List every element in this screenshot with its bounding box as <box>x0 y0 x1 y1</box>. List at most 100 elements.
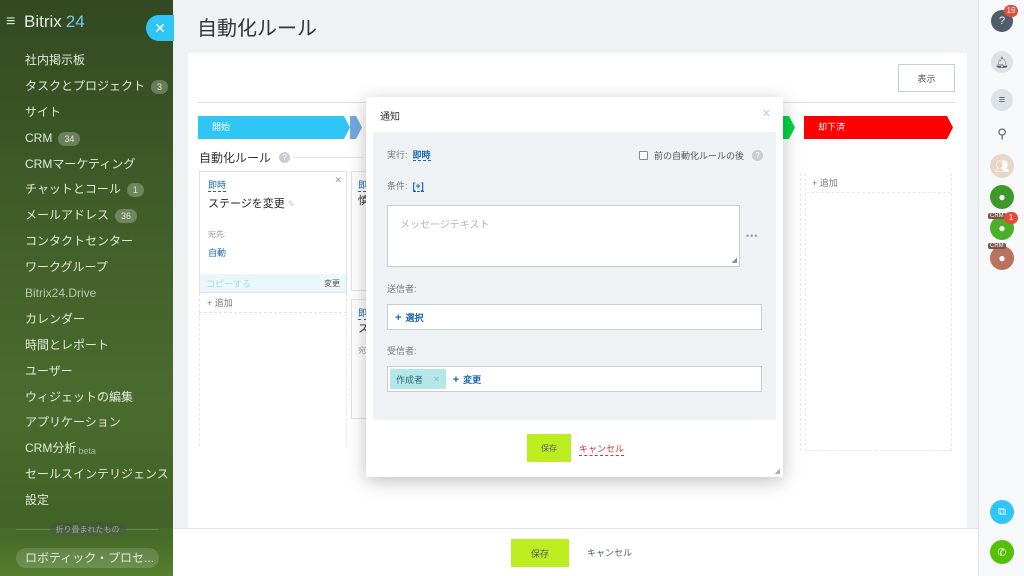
search-button[interactable]: ⚲ <box>990 122 1014 146</box>
column-body <box>199 313 347 446</box>
sidebar-item-rpa[interactable]: ロボティック・プロセ... <box>16 548 159 568</box>
rule-card[interactable]: 即時 慎 <box>351 171 366 291</box>
save-button[interactable]: 保存 <box>511 539 569 567</box>
plus-icon: + <box>452 373 460 386</box>
message-text-input[interactable]: メッセージテキスト ◢ <box>387 205 740 267</box>
after-previous-label: 前の自動化ルールの後 <box>654 151 745 161</box>
close-icon[interactable]: ✕ <box>762 107 771 120</box>
messages-button[interactable]: ≡ <box>990 88 1014 112</box>
run-delay-link[interactable]: 即時 <box>412 150 431 161</box>
sidebar-item-crm-analytics[interactable]: CRM分析 beta <box>0 436 173 462</box>
bottom-action-bar: 保存 キャンセル <box>173 528 978 576</box>
column-divider <box>800 173 801 451</box>
menu-icon[interactable]: ≡ <box>6 13 24 31</box>
user-avatar[interactable]: ● <box>990 185 1014 209</box>
add-rule-button[interactable]: + 追加 <box>199 293 347 313</box>
sidebar-item-workgroups[interactable]: ワークグループ <box>0 255 173 281</box>
sidebar-item-applications[interactable]: アプリケーション <box>0 410 173 436</box>
sidebar-item-contact-center[interactable]: コンタクトセンター <box>0 229 173 255</box>
hidden-items-divider[interactable]: 折り畳まれたもの <box>16 522 159 536</box>
resize-handle-icon[interactable]: ◢ <box>775 467 780 475</box>
help-count-badge: 19 <box>1004 5 1018 17</box>
sidebar-item-crm[interactable]: CRM 34 <box>0 126 173 152</box>
count-badge: 3 <box>151 79 169 94</box>
recipient-field[interactable]: 作成者 ✕ + 変更 <box>387 366 762 392</box>
stage-partial[interactable] <box>350 116 362 139</box>
copy-link[interactable]: コピーする <box>206 277 251 290</box>
screen-share-button[interactable]: ⧉ <box>990 500 1014 524</box>
crm-chat-avatar[interactable]: ● CRM 1 <box>988 212 1018 240</box>
plus-icon: + <box>395 311 402 324</box>
show-button[interactable]: 表示 <box>898 64 955 92</box>
rule-to-value[interactable]: 自動 <box>208 246 346 259</box>
phone-icon: ✆ <box>990 540 1014 564</box>
share-icon: ⧉ <box>990 500 1014 524</box>
rule-delay-link[interactable]: 即時 <box>358 178 366 192</box>
stage-rejected[interactable]: 却下済 <box>804 116 953 139</box>
pencil-icon[interactable]: ✎ <box>288 199 296 209</box>
remove-tag-icon[interactable]: ✕ <box>433 375 440 384</box>
rule-to-label: 宛 <box>358 346 366 355</box>
sender-label: 送信者: <box>387 284 417 294</box>
notifications-button[interactable]: 🔔︎ <box>990 50 1014 74</box>
rule-delay-link[interactable]: 即時 <box>208 178 227 192</box>
help-button[interactable]: ? 19 <box>990 5 1018 33</box>
close-icon: ✕ <box>154 19 166 36</box>
stage-start[interactable]: 開始 <box>198 116 350 139</box>
cancel-button[interactable]: キャンセル <box>587 539 632 567</box>
close-icon[interactable]: ✕ <box>334 175 342 186</box>
count-badge: 34 <box>58 131 81 146</box>
dialog-title: 通知 <box>380 112 400 123</box>
sidebar-item-time-reports[interactable]: 時間とレポート <box>0 333 173 359</box>
stage-column-2: 即時 慎 即 ス 宛 <box>351 171 366 419</box>
sidebar-item-sites[interactable]: サイト <box>0 100 173 126</box>
sidebar-item-feed[interactable]: 社内掲示板 <box>0 48 173 74</box>
sidebar-item-widgets[interactable]: ウィジェットの編集 <box>0 385 173 411</box>
change-recipient-link[interactable]: + 変更 <box>453 373 481 386</box>
sidebar-item-crm-marketing[interactable]: CRMマーケティング <box>0 152 173 178</box>
change-link[interactable]: 変更 <box>324 278 340 289</box>
after-previous-checkbox[interactable] <box>639 151 648 160</box>
help-icon[interactable]: ? <box>752 150 764 161</box>
crm-chat-avatar-2[interactable]: ● CRM <box>988 243 1014 270</box>
dialog-save-button[interactable]: 保存 <box>527 434 571 462</box>
recipient-tag: 作成者 ✕ <box>390 369 446 389</box>
dialog-cancel-button[interactable]: キャンセル <box>579 442 625 456</box>
sidebar-item-users[interactable]: ユーザー <box>0 359 173 385</box>
sender-field[interactable]: + 選択 <box>387 304 762 330</box>
stage-success-edge[interactable] <box>782 116 795 139</box>
sidebar-item-tasks[interactable]: タスクとプロジェクト 3 <box>0 74 173 100</box>
bell-icon: 🔔︎ <box>991 51 1013 73</box>
help-icon[interactable]: ? <box>279 152 291 163</box>
sidebar-item-chat[interactable]: チャットとコール 1 <box>0 177 173 203</box>
close-slider-button[interactable]: ✕ <box>146 15 174 41</box>
run-field: 実行: 即時 <box>387 148 431 161</box>
sidebar-item-drive[interactable]: Bitrix24.Drive <box>0 281 173 307</box>
add-condition-link[interactable]: [+] <box>412 181 424 192</box>
crm-count-badge: 1 <box>1004 212 1018 224</box>
group-chat-avatar[interactable]: 👥︎ <box>990 154 1014 178</box>
user-icon: ● <box>990 185 1014 209</box>
brand-name: Bitrix 24 <box>24 12 85 31</box>
select-sender-link[interactable]: + 選択 <box>395 311 423 324</box>
left-sidebar: ≡ Bitrix 24 社内掲示板 タスクとプロジェクト 3 サイト CRM 34 C… <box>0 0 173 576</box>
sidebar-item-calendar[interactable]: カレンダー <box>0 307 173 333</box>
user-icon: ● <box>990 246 1014 270</box>
resize-handle-icon[interactable]: ◢ <box>732 256 737 264</box>
add-rule-button[interactable]: + 追加 <box>806 173 951 193</box>
call-button[interactable]: ✆ <box>990 540 1014 564</box>
rule-card[interactable]: ✕ 即時 ステージを変更 ✎ 宛先: 自動 コピーする 変更 <box>199 171 347 293</box>
sidebar-menu: 社内掲示板 タスクとプロジェクト 3 サイト CRM 34 CRMマーケティング チ… <box>0 48 173 514</box>
sidebar-item-mail[interactable]: メールアドレス 36 <box>0 203 173 229</box>
rule-card[interactable]: 即 ス 宛 <box>351 299 366 419</box>
count-badge: 1 <box>126 183 144 198</box>
condition-label: 条件: <box>387 181 408 191</box>
rule-delay-link[interactable]: 即 <box>358 306 366 320</box>
rule-to-label: 宛先: <box>208 230 227 239</box>
rule-name: ス <box>358 323 366 335</box>
sidebar-item-sales-intelligence[interactable]: セールスインテリジェンス <box>0 462 173 488</box>
page-title: 自動化ルール <box>197 18 317 40</box>
after-previous-option[interactable]: 前の自動化ルールの後 ? <box>639 149 764 162</box>
sidebar-item-settings[interactable]: 設定 <box>0 488 173 514</box>
more-icon[interactable]: ••• <box>746 231 758 241</box>
